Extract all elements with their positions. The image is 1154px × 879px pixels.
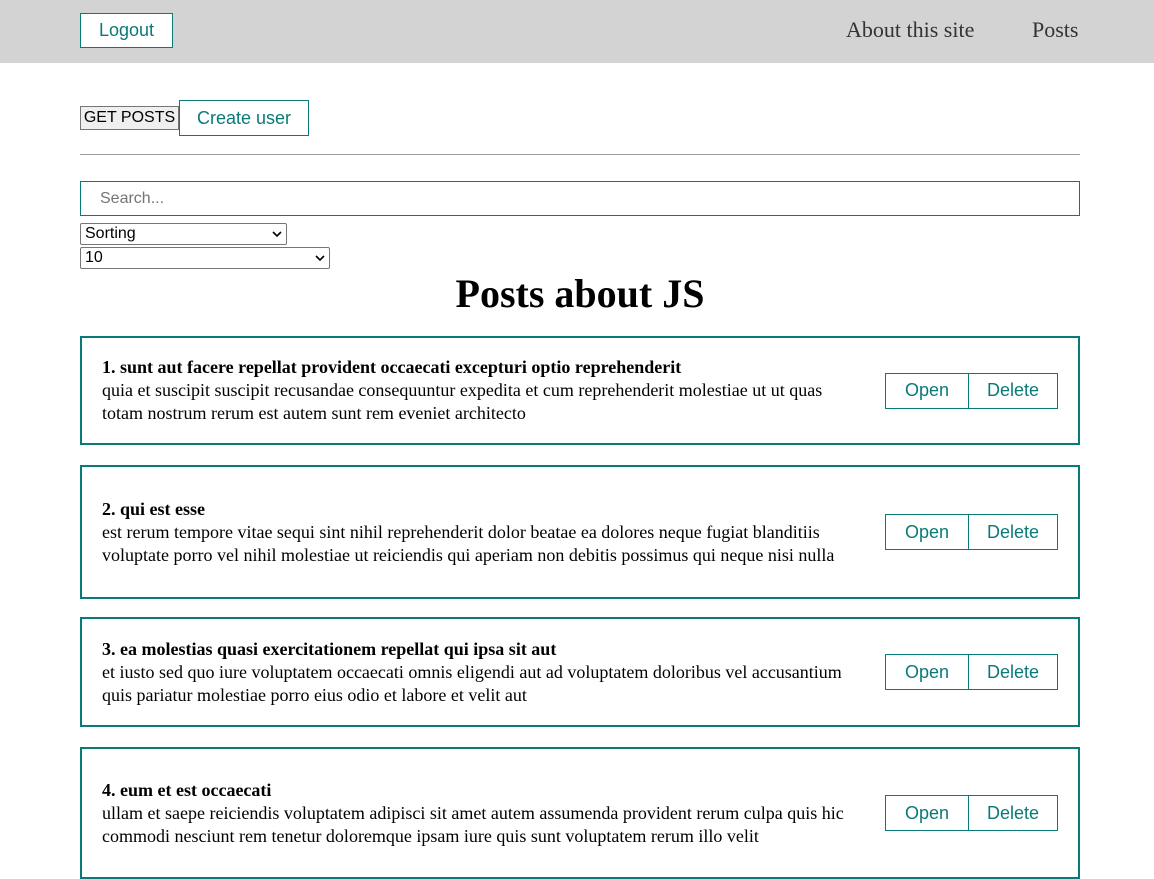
top-actions: GET POSTS Create user [80, 100, 309, 136]
post-title: 3. ea molestias quasi exercitationem rep… [102, 638, 557, 659]
post-body: et iusto sed quo iure voluptatem occaeca… [102, 661, 842, 705]
limit-select[interactable]: 10 [80, 247, 330, 269]
post-actions: Open Delete [885, 372, 1058, 409]
post-item: 1. sunt aut facere repellat provident oc… [80, 336, 1080, 445]
create-user-button[interactable]: Create user [179, 100, 309, 136]
delete-post-button[interactable]: Delete [968, 795, 1058, 831]
post-actions: Open Delete [885, 795, 1058, 831]
limit-select-value: 10 [85, 249, 103, 266]
open-post-button[interactable]: Open [885, 514, 969, 550]
post-content: 2. qui est esse est rerum tempore vitae … [102, 498, 867, 567]
post-content: 1. sunt aut facere repellat provident oc… [102, 356, 867, 425]
navbar: Logout About this site Posts [0, 0, 1154, 63]
post-title: 1. sunt aut facere repellat provident oc… [102, 357, 682, 377]
sort-select[interactable]: Sorting [80, 223, 287, 245]
get-posts-button[interactable]: GET POSTS [80, 106, 179, 130]
open-post-button[interactable]: Open [885, 654, 969, 690]
chevron-down-icon [272, 231, 282, 238]
nav-link-posts[interactable]: Posts [1032, 17, 1078, 43]
post-content: 3. ea molestias quasi exercitationem rep… [102, 638, 867, 707]
post-item: 3. ea molestias quasi exercitationem rep… [80, 617, 1080, 727]
sort-select-value: Sorting [85, 225, 136, 242]
post-title: 2. qui est esse [102, 498, 205, 519]
logout-button[interactable]: Logout [80, 13, 173, 48]
post-actions: Open Delete [885, 514, 1058, 550]
post-actions: Open Delete [885, 654, 1058, 690]
open-post-button[interactable]: Open [885, 795, 969, 831]
delete-post-button[interactable]: Delete [968, 372, 1058, 409]
delete-post-button[interactable]: Delete [968, 654, 1058, 690]
post-title: 4. eum et est occaecati [102, 779, 272, 800]
nav-link-about[interactable]: About this site [846, 17, 974, 43]
search-input[interactable] [80, 181, 1080, 216]
page-title: Posts about JS [455, 271, 705, 316]
post-item: 2. qui est esse est rerum tempore vitae … [80, 465, 1080, 599]
post-body: ullam et saepe reiciendis voluptatem adi… [102, 802, 844, 846]
post-body: est rerum tempore vitae sequi sint nihil… [102, 521, 835, 565]
post-content: 4. eum et est occaecati ullam et saepe r… [102, 779, 867, 848]
divider [80, 154, 1080, 155]
chevron-down-icon [315, 255, 325, 262]
post-body: quia et suscipit suscipit recusandae con… [102, 380, 823, 423]
open-post-button[interactable]: Open [885, 372, 969, 409]
post-item: 4. eum et est occaecati ullam et saepe r… [80, 747, 1080, 879]
delete-post-button[interactable]: Delete [968, 514, 1058, 550]
